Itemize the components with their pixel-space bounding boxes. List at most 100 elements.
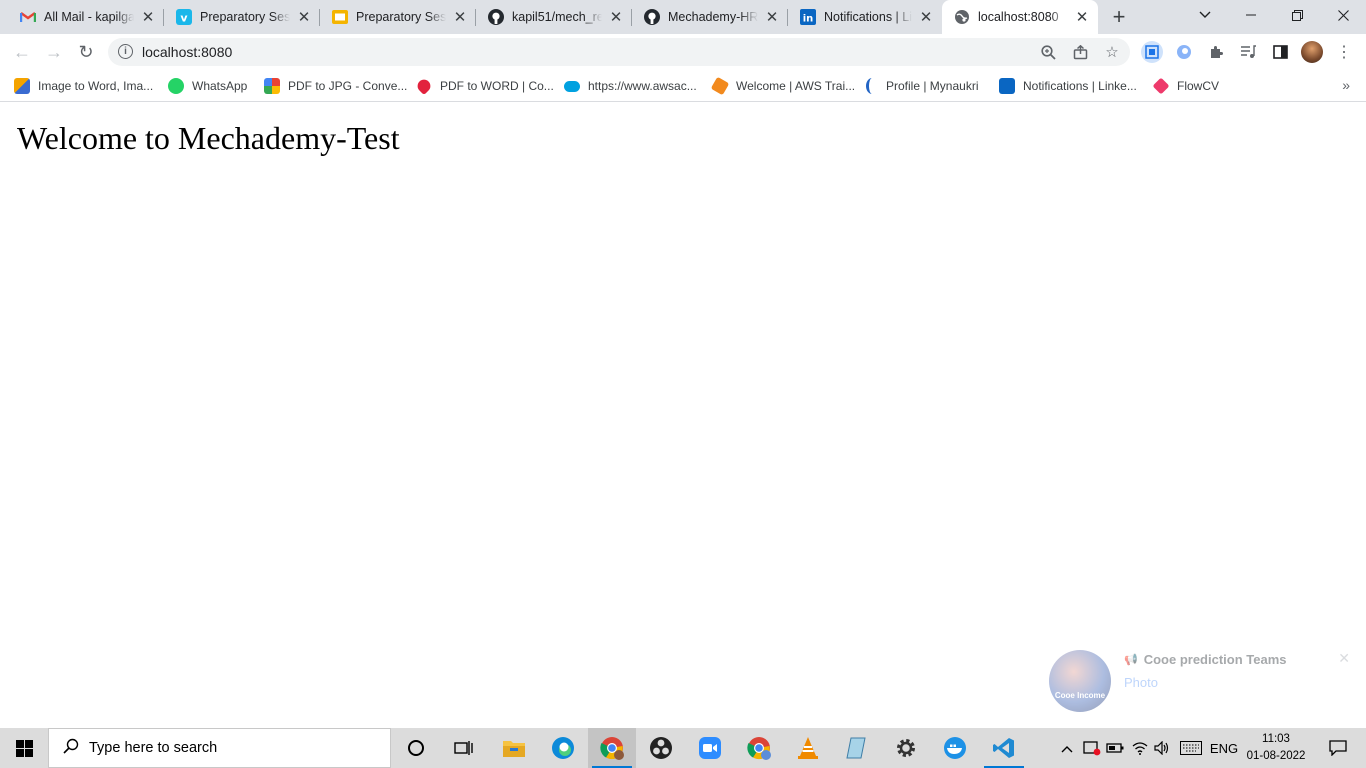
close-tab-icon[interactable]: ✕ bbox=[918, 9, 934, 26]
bookmark-awsac[interactable]: https://www.awsac... bbox=[564, 76, 697, 96]
tab-search-button[interactable] bbox=[1182, 0, 1228, 30]
cortana-button[interactable] bbox=[392, 728, 440, 768]
minimize-button[interactable] bbox=[1228, 0, 1274, 30]
new-tab-button[interactable]: + bbox=[1107, 4, 1131, 29]
bookmark-label: https://www.awsac... bbox=[588, 79, 697, 93]
address-bar[interactable]: i localhost:8080 ☆ bbox=[108, 38, 1130, 66]
tab-vimeo[interactable]: v Preparatory Session ✕ bbox=[164, 0, 320, 34]
windows-taskbar: Type here to search ENG 11:03 01-08-2022 bbox=[0, 728, 1366, 768]
volume-icon[interactable] bbox=[1152, 728, 1172, 768]
browser-extension-icon[interactable] bbox=[1173, 41, 1195, 63]
cortana-icon bbox=[408, 740, 424, 756]
close-tab-icon[interactable]: ✕ bbox=[764, 9, 780, 26]
meet-now-tray-icon[interactable] bbox=[1080, 728, 1104, 768]
task-view-button[interactable] bbox=[440, 728, 488, 768]
back-button[interactable]: ← bbox=[8, 38, 36, 66]
edge-button[interactable] bbox=[539, 728, 587, 768]
reload-button[interactable]: ↻ bbox=[72, 38, 100, 66]
wifi-icon[interactable] bbox=[1128, 728, 1152, 768]
bookmark-aws-training[interactable]: Welcome | AWS Trai... bbox=[710, 76, 855, 96]
close-window-button[interactable] bbox=[1320, 0, 1366, 30]
tab-github-mechademy-hr[interactable]: Mechademy-HR/ ✕ bbox=[632, 0, 788, 34]
settings-button[interactable] bbox=[882, 728, 930, 768]
system-clock[interactable]: 11:03 01-08-2022 bbox=[1246, 731, 1306, 765]
show-hidden-icons-button[interactable] bbox=[1056, 728, 1078, 768]
tab-title: Mechademy-HR/ bbox=[668, 10, 758, 24]
docker-button[interactable] bbox=[931, 728, 979, 768]
vlc-button[interactable] bbox=[784, 728, 832, 768]
bookmark-label: PDF to JPG - Conve... bbox=[288, 79, 408, 93]
toast-close-icon[interactable]: ✕ bbox=[1338, 650, 1350, 667]
chevron-up-icon bbox=[1061, 741, 1073, 756]
file-explorer-button[interactable] bbox=[490, 728, 538, 768]
restore-button[interactable] bbox=[1274, 0, 1320, 30]
tab-title: Preparatory Session bbox=[356, 10, 446, 24]
start-button[interactable] bbox=[0, 728, 48, 768]
toast-title: 📢 Cooe prediction Teams bbox=[1124, 652, 1287, 667]
restore-icon bbox=[1291, 9, 1303, 21]
zoom-icon[interactable] bbox=[1038, 42, 1058, 62]
zoom-button[interactable] bbox=[686, 728, 734, 768]
bookmark-linkedin[interactable]: Notifications | Linke... bbox=[999, 76, 1137, 96]
vlc-icon bbox=[798, 737, 818, 759]
battery-icon[interactable] bbox=[1104, 728, 1126, 768]
obs-button[interactable] bbox=[637, 728, 685, 768]
vscode-button[interactable] bbox=[980, 728, 1028, 768]
bookmark-pdf-to-jpg[interactable]: PDF to JPG - Conve... bbox=[264, 76, 407, 96]
pdf-to-word-icon bbox=[414, 76, 434, 96]
close-tab-icon[interactable]: ✕ bbox=[1074, 9, 1090, 26]
tab-linkedin[interactable]: in Notifications | LinkedIn ✕ bbox=[788, 0, 942, 34]
screen-capture-extension-icon[interactable] bbox=[1141, 41, 1163, 63]
action-center-button[interactable] bbox=[1318, 728, 1358, 768]
kebab-menu-icon[interactable]: ⋮ bbox=[1333, 41, 1355, 63]
bookmarks-bar: Image to Word, Ima... WhatsApp PDF to JP… bbox=[0, 70, 1366, 102]
svg-text:in: in bbox=[803, 14, 814, 25]
close-tab-icon[interactable]: ✕ bbox=[452, 9, 468, 26]
close-tab-icon[interactable]: ✕ bbox=[296, 9, 312, 26]
tab-strip: All Mail - kapilgarg ✕ v Preparatory Ses… bbox=[0, 0, 1366, 34]
chrome-profile-button[interactable] bbox=[735, 728, 783, 768]
forward-button[interactable]: → bbox=[40, 38, 68, 66]
media-control-icon[interactable] bbox=[1237, 41, 1259, 63]
flowcv-icon bbox=[1152, 77, 1170, 95]
svg-text:v: v bbox=[180, 12, 188, 25]
tab-title: Preparatory Session bbox=[200, 10, 290, 24]
gear-icon bbox=[897, 739, 915, 757]
tab-github-mech-repo[interactable]: kapil51/mech_repo ✕ bbox=[476, 0, 632, 34]
linkedin-icon bbox=[999, 78, 1015, 94]
taskbar-search[interactable]: Type here to search bbox=[48, 728, 391, 768]
tab-localhost[interactable]: localhost:8080 ✕ bbox=[942, 0, 1098, 34]
notification-icon bbox=[1329, 740, 1347, 756]
salesforce-cloud-icon bbox=[564, 80, 580, 92]
bookmark-flowcv[interactable]: FlowCV bbox=[1152, 76, 1219, 96]
bookmark-whatsapp[interactable]: WhatsApp bbox=[168, 76, 247, 96]
touch-keyboard-icon[interactable] bbox=[1176, 728, 1206, 768]
chrome-icon bbox=[747, 737, 771, 760]
bookmark-star-icon[interactable]: ☆ bbox=[1102, 42, 1122, 62]
profile-avatar[interactable] bbox=[1301, 41, 1323, 63]
extensions-puzzle-icon[interactable] bbox=[1205, 41, 1227, 63]
close-tab-icon[interactable]: ✕ bbox=[608, 9, 624, 26]
chrome-button[interactable] bbox=[588, 728, 636, 768]
close-tab-icon[interactable]: ✕ bbox=[140, 9, 156, 26]
pdf-to-jpg-icon bbox=[264, 78, 280, 94]
tab-slides[interactable]: Preparatory Session ✕ bbox=[320, 0, 476, 34]
minimize-icon bbox=[1246, 14, 1256, 16]
github-icon bbox=[488, 9, 504, 25]
notification-toast[interactable]: Cooe Income 📢 Cooe prediction Teams Phot… bbox=[1040, 642, 1360, 722]
side-panel-icon[interactable] bbox=[1269, 41, 1291, 63]
more-bookmarks-icon[interactable]: » bbox=[1342, 77, 1350, 93]
chrome-icon bbox=[600, 737, 624, 760]
notepad-button[interactable] bbox=[833, 728, 881, 768]
bookmark-pdf-to-word[interactable]: PDF to WORD | Co... bbox=[414, 76, 554, 96]
language-indicator[interactable]: ENG bbox=[1208, 728, 1240, 768]
bookmark-label: WhatsApp bbox=[192, 79, 248, 93]
aws-box-icon bbox=[710, 76, 730, 96]
share-icon[interactable] bbox=[1070, 42, 1090, 62]
site-info-icon[interactable]: i bbox=[118, 44, 133, 59]
url-text[interactable]: localhost:8080 bbox=[142, 44, 232, 60]
bookmark-mynaukri[interactable]: Profile | Mynaukri bbox=[866, 76, 978, 96]
toast-avatar: Cooe Income bbox=[1049, 650, 1111, 712]
tab-gmail[interactable]: All Mail - kapilgarg ✕ bbox=[8, 0, 164, 34]
bookmark-image-to-word[interactable]: Image to Word, Ima... bbox=[14, 76, 153, 96]
